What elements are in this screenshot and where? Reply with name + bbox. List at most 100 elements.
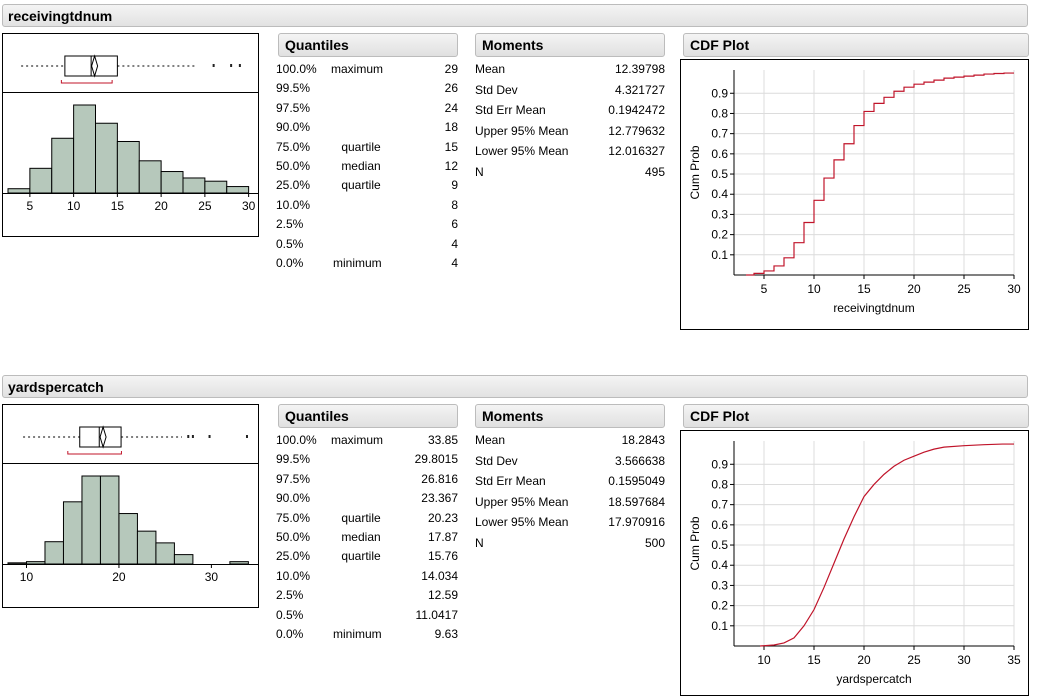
moment-value: 12.016327 xyxy=(608,144,665,158)
histogram: 5 10 15 20 25 30 xyxy=(3,104,258,213)
moments-title: Moments xyxy=(482,408,544,424)
moment-value: 18.2843 xyxy=(621,433,665,447)
x-tick-label: 10 xyxy=(20,570,34,584)
quantile-percent: 2.5% xyxy=(276,588,304,603)
moment-label: Upper 95% Mean xyxy=(475,494,569,509)
shortest-half-bracket xyxy=(67,451,122,455)
quantile-label: median xyxy=(341,159,381,173)
histogram-bar xyxy=(73,104,96,194)
cdf-plot-title: CDF Plot xyxy=(690,408,750,424)
x-tick-label: 20 xyxy=(154,199,168,213)
y-tick-label: 0.8 xyxy=(711,477,728,491)
x-tick-label: 35 xyxy=(1007,653,1021,667)
quantiles-header[interactable]: Quantiles xyxy=(278,33,458,57)
quantile-percent: 2.5% xyxy=(276,217,304,232)
histogram-bar xyxy=(204,180,228,194)
histogram-bar xyxy=(138,160,162,194)
quantile-value: 33.85 xyxy=(427,433,458,447)
quantiles-table: 100.0% maximum 29 99.5% 26 97.5% 24 90.0% 18 75.0… xyxy=(276,62,458,277)
cdf-plot: 0.1 0.2 0.3 0.4 0.5 0.6 0.7 0.8 0.9 5 10 15 20 25 30 re… xyxy=(688,70,1021,315)
quantile-value: 23.367 xyxy=(421,491,458,506)
quantile-value: 29 xyxy=(444,62,458,76)
moment-value: 18.597684 xyxy=(608,494,665,509)
cdf-plot: 0.1 0.2 0.3 0.4 0.5 0.6 0.7 0.8 0.9 10 15 20 25 30 35 y… xyxy=(688,441,1021,686)
x-tick-label: 10 xyxy=(757,653,771,667)
cdf-plot-frame-yardspercatch: 0.1 0.2 0.3 0.4 0.5 0.6 0.7 0.8 0.9 10 15 20 25 30 35 y… xyxy=(680,430,1029,696)
quantile-value: 4 xyxy=(451,256,458,270)
histogram-bar xyxy=(95,122,118,194)
moments-header[interactable]: Moments xyxy=(475,404,665,428)
quantile-value: 29.8015 xyxy=(414,452,458,467)
quantile-value: 15.76 xyxy=(427,549,458,564)
outlier-point xyxy=(230,64,233,67)
y-tick-label: 0.3 xyxy=(711,578,728,592)
y-tick-label: 0.7 xyxy=(711,498,728,512)
outlier-point xyxy=(238,64,241,67)
histogram-bar xyxy=(118,513,138,565)
x-tick-label: 25 xyxy=(198,199,212,213)
histogram-bar xyxy=(116,140,140,194)
quantile-value: 9.63 xyxy=(434,627,458,641)
quantiles-title: Quantiles xyxy=(285,408,349,424)
distribution-panel-yardspercatch: 10 20 30 xyxy=(2,404,259,608)
histogram-bar xyxy=(7,188,31,194)
section-header-yardspercatch[interactable]: yardspercatch xyxy=(2,375,1028,398)
histogram-bar xyxy=(25,561,46,565)
outlier-point xyxy=(187,435,190,438)
histogram-bar xyxy=(51,137,75,194)
moments-header[interactable]: Moments xyxy=(475,33,665,57)
y-tick-label: 0.7 xyxy=(711,127,728,141)
quantile-percent: 0.0% xyxy=(276,627,304,641)
y-tick-label: 0.9 xyxy=(711,86,728,100)
distribution-panel-receivingtdnum: 5 10 15 20 25 30 xyxy=(2,33,259,237)
moment-value: 495 xyxy=(644,164,665,179)
histogram-bar xyxy=(229,561,249,565)
quantile-percent: 75.0% xyxy=(276,139,311,154)
quantiles-header[interactable]: Quantiles xyxy=(278,404,458,428)
x-tick-label: 15 xyxy=(111,199,125,213)
moment-value: 3.566638 xyxy=(614,453,665,468)
x-tick-label: 5 xyxy=(27,199,34,213)
y-tick-label: 0.6 xyxy=(711,518,728,532)
x-tick-label: 30 xyxy=(957,653,971,667)
histogram-bar xyxy=(160,171,184,194)
cdf-plot-title: CDF Plot xyxy=(690,37,750,53)
quantile-percent: 10.0% xyxy=(276,197,311,212)
outlier-box-plot xyxy=(21,54,241,84)
x-tick-label: 30 xyxy=(205,570,219,584)
quantile-percent: 0.5% xyxy=(276,236,304,251)
quantile-value: 20.23 xyxy=(427,510,458,525)
moment-label: Std Err Mean xyxy=(475,474,546,488)
quantile-value: 24 xyxy=(444,100,458,115)
quantile-value: 26.816 xyxy=(421,471,458,486)
x-tick-label: 30 xyxy=(1007,282,1021,296)
histogram-bar xyxy=(155,542,175,565)
quantile-value: 12 xyxy=(444,159,458,173)
moment-label: Mean xyxy=(475,62,506,76)
quantile-percent: 90.0% xyxy=(276,120,311,135)
x-tick-label: 30 xyxy=(242,199,256,213)
quantile-percent: 90.0% xyxy=(276,491,311,506)
y-tick-label: 0.4 xyxy=(711,187,728,201)
outlier-point xyxy=(245,435,248,438)
quantile-percent: 97.5% xyxy=(276,471,311,486)
quantile-label: median xyxy=(341,530,381,544)
y-tick-label: 0.2 xyxy=(711,599,728,613)
moment-label: Std Err Mean xyxy=(475,103,546,117)
x-tick-label: 10 xyxy=(807,282,821,296)
cdf-plot-header[interactable]: CDF Plot xyxy=(683,404,1029,428)
cdf-plot-header[interactable]: CDF Plot xyxy=(683,33,1029,57)
outlier-box-plot xyxy=(23,425,248,455)
quantile-percent: 97.5% xyxy=(276,100,311,115)
y-axis-label: Cum Prob xyxy=(688,145,702,199)
y-tick-label: 0.3 xyxy=(711,207,728,221)
quantile-percent: 99.5% xyxy=(276,452,311,467)
quantile-label: minimum xyxy=(333,627,382,641)
section-header-receivingtdnum[interactable]: receivingtdnum xyxy=(2,4,1028,27)
y-tick-label: 0.9 xyxy=(711,457,728,471)
x-tick-label: 5 xyxy=(761,282,768,296)
moment-label: Lower 95% Mean xyxy=(475,144,569,158)
y-tick-label: 0.5 xyxy=(711,538,728,552)
quantile-value: 17.87 xyxy=(427,530,458,544)
quantile-label: quartile xyxy=(341,178,381,193)
